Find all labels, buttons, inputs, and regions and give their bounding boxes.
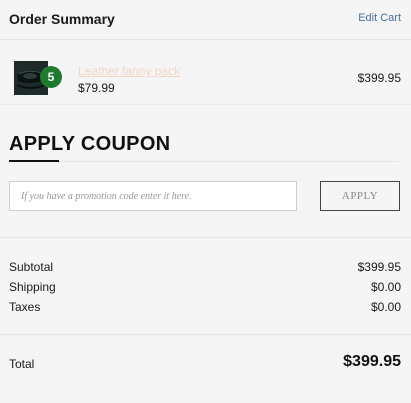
apply-coupon-heading: APPLY COUPON xyxy=(9,133,171,155)
total-value: $399.95 xyxy=(343,353,401,370)
heading-underline xyxy=(9,160,59,162)
section-divider xyxy=(0,237,411,238)
promotion-code-input[interactable] xyxy=(9,181,297,211)
total-label: Total xyxy=(9,357,35,371)
cart-line-item: 5 Leather fanny pack $79.99 $399.95 xyxy=(0,41,411,105)
edit-cart-link[interactable]: Edit Cart xyxy=(358,12,401,24)
item-unit-price: $79.99 xyxy=(78,81,115,95)
subtotal-label: Subtotal xyxy=(9,260,54,274)
taxes-value: $0.00 xyxy=(370,300,401,314)
order-summary-header: Order Summary Edit Cart xyxy=(0,0,411,40)
shipping-label: Shipping xyxy=(9,280,56,294)
apply-coupon-button[interactable]: APPLY xyxy=(320,181,400,211)
heading-divider xyxy=(59,161,399,162)
order-summary-title: Order Summary xyxy=(9,11,115,27)
taxes-label: Taxes xyxy=(9,300,41,314)
quantity-badge: 5 xyxy=(40,66,62,88)
item-name-link[interactable]: Leather fanny pack xyxy=(78,64,180,78)
item-line-total: $399.95 xyxy=(357,71,401,85)
subtotal-value: $399.95 xyxy=(357,260,401,274)
shipping-value: $0.00 xyxy=(370,280,401,294)
section-divider xyxy=(0,334,411,335)
